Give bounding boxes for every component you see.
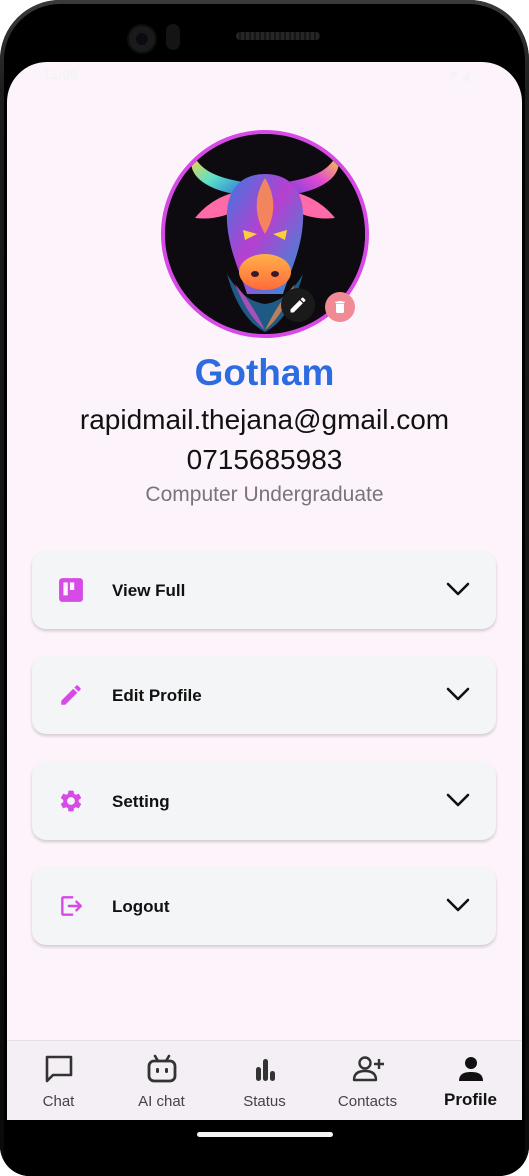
chat-bubble-icon bbox=[45, 1055, 73, 1083]
menu-label-view-full: View Full bbox=[112, 581, 186, 600]
trello-board-icon bbox=[59, 578, 83, 602]
profile-email: rapidmail.thejana@gmail.com bbox=[79, 404, 450, 435]
gear-icon bbox=[60, 790, 82, 812]
pencil-icon bbox=[290, 297, 306, 313]
app-screen: 11:00 ▼◢ Gotham rapidmail.thejana@gmail.… bbox=[7, 62, 522, 1120]
nav-label-ai-chat: AI chat bbox=[138, 1093, 185, 1110]
nav-item-status[interactable]: Status bbox=[213, 1041, 316, 1120]
menu-label-edit-profile: Edit Profile bbox=[112, 686, 202, 705]
status-icons: ▼◢ bbox=[447, 67, 470, 82]
avatar-container bbox=[161, 130, 369, 338]
logout-icon bbox=[61, 896, 82, 916]
menu-item-edit-profile[interactable]: Edit Profile bbox=[32, 656, 496, 734]
pencil-icon bbox=[61, 685, 81, 705]
nav-label-status: Status bbox=[243, 1093, 286, 1110]
home-indicator[interactable] bbox=[197, 1132, 333, 1137]
menu-label-logout: Logout bbox=[112, 897, 170, 916]
proximity-sensor bbox=[166, 24, 180, 50]
profile-name: Gotham bbox=[194, 352, 335, 393]
delete-avatar-button[interactable] bbox=[325, 292, 355, 322]
menu-item-view-full[interactable]: View Full bbox=[32, 551, 496, 629]
nav-item-chat[interactable]: Chat bbox=[7, 1041, 110, 1120]
chevron-down-icon[interactable] bbox=[446, 581, 470, 597]
nav-item-profile[interactable]: Profile bbox=[419, 1041, 522, 1120]
bottom-navigation: Chat AI chat Status Contacts Profile bbox=[7, 1040, 522, 1120]
profile-phone: 0715685983 bbox=[186, 444, 343, 475]
chevron-down-icon[interactable] bbox=[446, 792, 470, 808]
status-time: 11:00 bbox=[43, 66, 79, 82]
status-bar: 11:00 ▼◢ bbox=[7, 62, 522, 90]
menu-item-logout[interactable]: Logout bbox=[32, 867, 496, 945]
nav-label-chat: Chat bbox=[42, 1093, 75, 1110]
robot-icon bbox=[147, 1054, 177, 1083]
nav-label-profile: Profile bbox=[444, 1090, 497, 1109]
menu-item-setting[interactable]: Setting bbox=[32, 762, 496, 840]
trash-icon bbox=[335, 301, 345, 313]
earpiece-speaker bbox=[236, 32, 320, 40]
profile-role: Computer Undergraduate bbox=[145, 483, 384, 506]
nav-label-contacts: Contacts bbox=[337, 1093, 398, 1110]
add-person-icon bbox=[352, 1056, 384, 1082]
menu-label-setting: Setting bbox=[112, 792, 170, 811]
edit-avatar-button[interactable] bbox=[281, 288, 315, 322]
nav-item-contacts[interactable]: Contacts bbox=[316, 1041, 419, 1120]
chevron-down-icon[interactable] bbox=[446, 686, 470, 702]
front-camera bbox=[127, 24, 157, 54]
bar-chart-icon bbox=[256, 1059, 275, 1081]
phone-frame: 11:00 ▼◢ Gotham rapidmail.thejana@gmail.… bbox=[0, 0, 529, 1176]
chevron-down-icon[interactable] bbox=[446, 897, 470, 913]
nav-item-ai-chat[interactable]: AI chat bbox=[110, 1041, 213, 1120]
person-icon bbox=[459, 1057, 483, 1081]
